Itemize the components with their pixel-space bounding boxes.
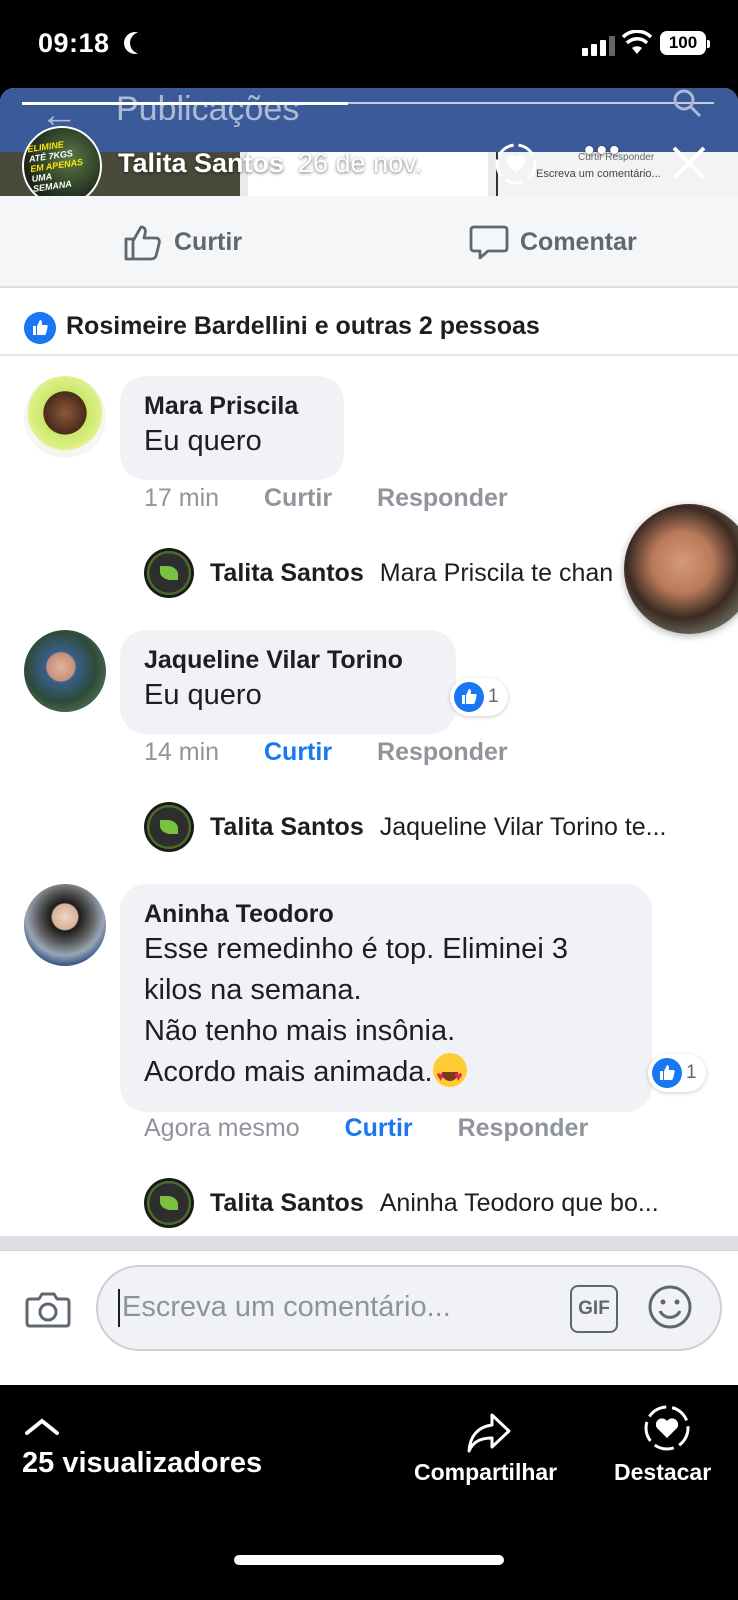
reply-text: Mara Priscila te chan: [379, 558, 614, 587]
comment-text-line: Esse remedinho é top. Eliminei 3: [144, 933, 568, 965]
fb-header-title: Publicações: [116, 90, 300, 128]
comment-label: Comentar: [520, 227, 637, 256]
comment-reply-button[interactable]: Responder: [458, 1114, 589, 1143]
heart-eyes-emoji-icon: [432, 1053, 467, 1097]
comment-time: Agora mesmo: [144, 1114, 300, 1142]
commenter-avatar[interactable]: [24, 376, 106, 458]
story-author-name[interactable]: Talita Santos: [118, 148, 284, 179]
reply-text: Aninha Teodoro que bo...: [379, 1188, 659, 1217]
reply-author-avatar: [144, 802, 194, 852]
comment-composer: Escreva um comentário... GIF: [0, 1250, 738, 1385]
comment-text-line: kilos na semana.: [144, 974, 362, 1006]
comment-meta: 14 min Curtir Responder: [144, 738, 508, 767]
comment-bubble[interactable]: Jaqueline Vilar Torino Eu quero: [120, 630, 456, 734]
comment-bubble[interactable]: Aninha Teodoro Esse remedinho é top. Eli…: [120, 884, 652, 1112]
camera-icon[interactable]: [24, 1285, 72, 1333]
status-time: 09:18: [38, 28, 110, 58]
like-reaction-icon: [652, 1058, 682, 1088]
highlight-heart-icon[interactable]: [642, 1403, 692, 1453]
story-progress-bar: [22, 102, 348, 105]
avatar-promo-text: ELIMINE ATÉ 7KGS EM APENAS UMA SEMANA: [26, 139, 84, 194]
emoji-smile-icon[interactable]: [646, 1283, 694, 1331]
story-author-avatar[interactable]: ELIMINE ATÉ 7KGS EM APENAS UMA SEMANA: [22, 126, 102, 206]
comment-text: Eu quero: [144, 425, 262, 457]
highlight-button[interactable]: Destacar: [614, 1459, 711, 1486]
reply-preview[interactable]: Talita Santos Mara Priscila te chan: [144, 548, 634, 598]
thumbnail-composer-text: Escreva um comentário...: [536, 168, 661, 180]
chevron-up-icon[interactable]: [24, 1415, 60, 1439]
section-divider: [0, 1236, 738, 1250]
home-indicator[interactable]: [234, 1555, 504, 1565]
status-bar: 09:18 100: [0, 0, 738, 88]
facebook-comments-screenshot: ← Publicações Curtir Responder Escreva u…: [0, 88, 738, 1385]
comment-input[interactable]: Escreva um comentário... GIF: [96, 1265, 722, 1351]
comment-like-button[interactable]: Curtir: [345, 1114, 413, 1143]
comment-input-placeholder: Escreva um comentário...: [122, 1291, 451, 1323]
text-caret: [118, 1289, 120, 1327]
wifi-icon: [622, 30, 652, 54]
highlight-heart-icon[interactable]: [494, 142, 538, 186]
comment-like-count[interactable]: 1: [648, 1054, 706, 1092]
reply-preview[interactable]: Talita Santos Aninha Teodoro que bo...: [144, 1178, 704, 1228]
commenter-avatar[interactable]: [24, 884, 106, 966]
like-button[interactable]: Curtir: [122, 196, 242, 288]
more-options-icon[interactable]: •••: [584, 134, 622, 168]
reply-author-name: Talita Santos: [210, 558, 364, 587]
reactions-summary[interactable]: Rosimeire Bardellini e outras 2 pessoas: [0, 290, 738, 356]
comment-button[interactable]: Comentar: [468, 196, 637, 288]
reply-text: Jaqueline Vilar Torino te...: [379, 812, 667, 841]
comment-text-line: Acordo mais animada.: [144, 1052, 628, 1097]
reply-author-avatar: [144, 548, 194, 598]
battery-indicator: 100: [660, 31, 710, 55]
reply-author-avatar: [144, 1178, 194, 1228]
commenter-name[interactable]: Jaqueline Vilar Torino: [144, 646, 432, 675]
commenter-name[interactable]: Mara Priscila: [144, 392, 320, 421]
comment-time: 17 min: [144, 484, 220, 512]
share-button[interactable]: Compartilhar: [414, 1459, 557, 1486]
story-date: 26 de nov.: [298, 148, 423, 178]
thumbs-up-icon: [124, 225, 161, 261]
reactions-text: Rosimeire Bardellini e outras 2 pessoas: [66, 312, 540, 340]
reply-author-name: Talita Santos: [210, 812, 364, 841]
viewers-count[interactable]: 25 visualizadores: [22, 1447, 262, 1480]
post-action-bar: Curtir Comentar: [0, 196, 738, 288]
comment-bubble-icon: [469, 225, 509, 260]
cellular-signal-icon: [582, 34, 616, 56]
comment-meta: 17 min Curtir Responder: [144, 484, 508, 513]
share-arrow-icon[interactable]: [464, 1407, 514, 1457]
close-icon[interactable]: [670, 144, 708, 182]
like-reaction-icon: [24, 312, 56, 344]
comment-meta: Agora mesmo Curtir Responder: [144, 1114, 588, 1143]
story-progress-track: [348, 102, 714, 104]
story-toolbar: 25 visualizadores Compartilhar Destacar: [0, 1385, 738, 1600]
like-reaction-icon: [454, 682, 484, 712]
gif-button[interactable]: GIF: [570, 1285, 618, 1333]
reply-author-name: Talita Santos: [210, 1188, 364, 1217]
floating-video-bubble[interactable]: [624, 504, 738, 634]
commenter-avatar[interactable]: [24, 630, 106, 712]
comment-reply-button[interactable]: Responder: [377, 484, 508, 513]
comment-text-line: Não tenho mais insônia.: [144, 1015, 456, 1047]
comment-reply-button[interactable]: Responder: [377, 738, 508, 767]
comment-time: 14 min: [144, 738, 220, 766]
comment-like-button[interactable]: Curtir: [264, 484, 332, 513]
like-label: Curtir: [174, 227, 243, 256]
do-not-disturb-icon: [130, 32, 152, 54]
comment-like-button[interactable]: Curtir: [264, 738, 332, 767]
fb-header: ← Publicações: [0, 88, 738, 152]
comment-like-count[interactable]: 1: [450, 678, 508, 716]
search-icon: [673, 89, 702, 118]
commenter-name[interactable]: Aninha Teodoro: [144, 900, 628, 929]
comment-bubble[interactable]: Mara Priscila Eu quero: [120, 376, 344, 480]
reply-preview[interactable]: Talita Santos Jaqueline Vilar Torino te.…: [144, 802, 704, 852]
comment-text: Eu quero: [144, 679, 262, 711]
